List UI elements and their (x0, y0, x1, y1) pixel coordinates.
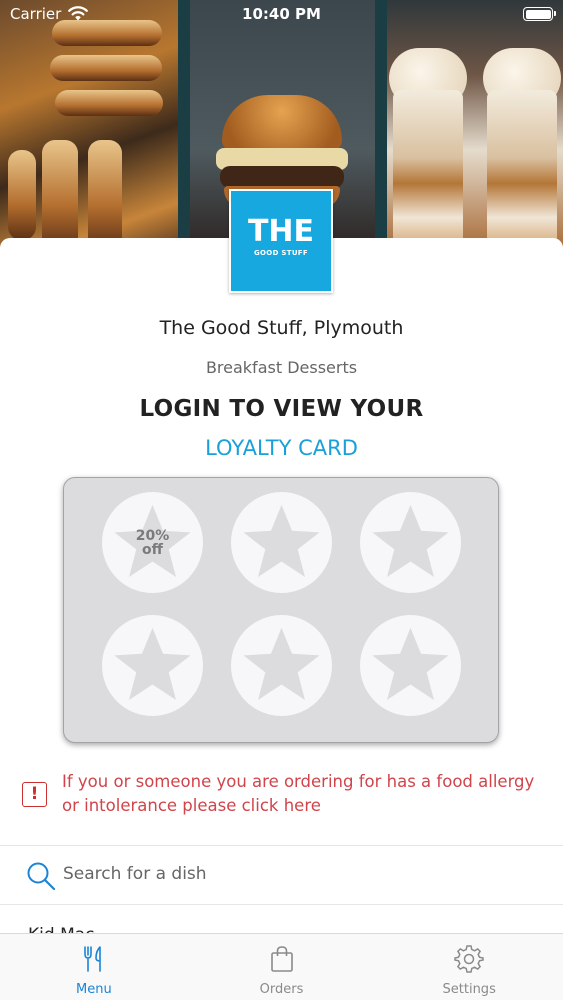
search-icon (27, 862, 56, 891)
loyalty-stamp (231, 615, 332, 716)
battery-icon (523, 7, 556, 21)
tab-label: Menu (75, 982, 112, 997)
loyalty-stamp (360, 492, 461, 593)
logo-wordmark: THE (247, 214, 315, 249)
tab-label: Orders (259, 982, 304, 997)
restaurant-logo: THE GOOD STUFF (229, 189, 333, 293)
dish-search-bar[interactable] (0, 846, 563, 904)
loyalty-card-link[interactable]: LOYALTY CARD (0, 436, 563, 460)
fork-knife-icon (84, 946, 101, 972)
tab-bar: Menu Orders Settings (0, 933, 563, 1000)
alert-icon: ! (22, 782, 47, 807)
stamp-reward-label: 20% off (135, 528, 170, 558)
milkshake-photo (387, 0, 563, 250)
loyalty-stamp (360, 615, 461, 716)
tab-settings[interactable]: Settings (375, 934, 563, 1000)
star-icon (243, 504, 320, 577)
loyalty-stamp (102, 615, 203, 716)
star-icon (243, 627, 320, 700)
tab-menu[interactable]: Menu (0, 934, 188, 1000)
divider (0, 904, 563, 905)
loyalty-login-title: LOGIN TO VIEW YOUR (139, 396, 424, 422)
search-input[interactable] (63, 864, 513, 884)
shopping-bag-icon (270, 946, 293, 972)
clock: 10:40 PM (242, 5, 321, 23)
restaurant-tags: Breakfast Desserts (205, 358, 358, 377)
star-icon (372, 504, 449, 577)
status-bar: Carrier 10:40 PM (0, 0, 563, 30)
allergy-notice-text[interactable]: If you or someone you are ordering for h… (62, 770, 552, 818)
allergy-notice[interactable]: ! If you or someone you are ordering for… (0, 770, 563, 822)
star-icon (372, 627, 449, 700)
hotdogs-photo (0, 0, 178, 250)
tab-orders[interactable]: Orders (188, 934, 376, 1000)
tab-label: Settings (442, 982, 496, 997)
restaurant-name: The Good Stuff, Plymouth (159, 317, 404, 339)
loyalty-stamp (231, 492, 332, 593)
logo-tagline: GOOD STUFF (254, 249, 308, 257)
loyalty-stamp: 20% off (102, 492, 203, 593)
loyalty-card[interactable]: 20% off (63, 477, 499, 743)
star-icon (114, 627, 191, 700)
gear-icon (454, 945, 484, 973)
